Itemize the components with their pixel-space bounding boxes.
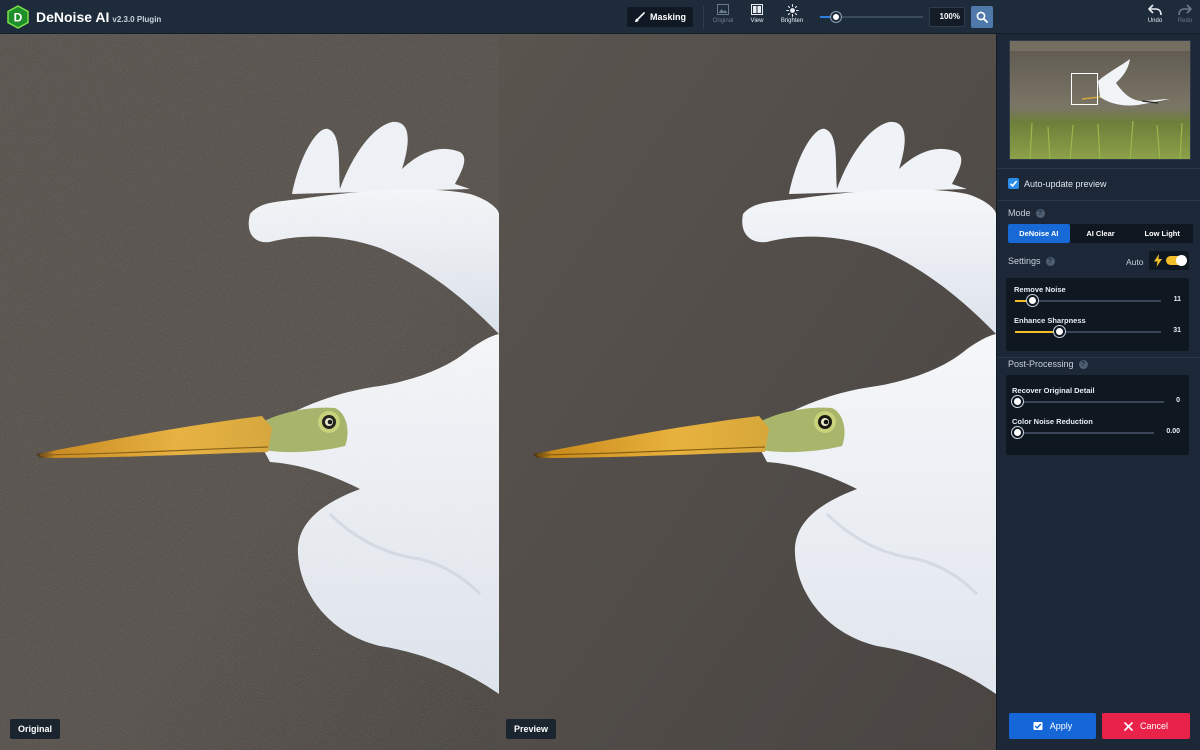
slider-track[interactable] [1018,401,1164,403]
slider-thumb[interactable] [1054,326,1065,337]
undo-label: Undo [1147,18,1163,24]
enhance-sharpness-slider[interactable]: Enhance Sharpness 31 [1006,316,1189,346]
sun-icon [785,4,799,17]
brush-icon [634,11,645,22]
redo-icon [1178,4,1192,16]
undo-button[interactable]: Undo [1142,4,1168,30]
cancel-button[interactable]: Cancel [1102,713,1190,739]
color-noise-reduction-value[interactable]: 0.00 [1150,428,1180,435]
auto-update-preview-checkbox[interactable]: Auto-update preview [1008,178,1107,189]
auto-update-label: Auto-update preview [1024,178,1107,189]
lightning-icon [1154,254,1162,267]
original-view-button[interactable]: Original [705,4,741,32]
view-button[interactable]: View [739,4,775,32]
mode-tab-denoise-ai[interactable]: DeNoise AI [1008,224,1070,243]
toggle-knob [1176,255,1187,266]
preview-pane[interactable]: Preview [499,34,996,750]
post-processing-help-icon[interactable]: ? [1078,359,1088,369]
close-icon [1124,721,1133,731]
remove-noise-label: Remove Noise [1014,285,1066,294]
svg-text:D: D [14,11,23,25]
slider-thumb[interactable] [1027,295,1038,306]
zoom-level-field[interactable]: 100% [929,7,965,27]
view-label: View [750,18,764,24]
original-egret-image [0,34,499,750]
panel-divider [997,357,1200,358]
slider-thumb[interactable] [1012,396,1023,407]
undo-icon [1148,4,1162,16]
settings-help-icon[interactable]: ? [1045,256,1055,266]
slider-track[interactable] [1018,432,1154,434]
auto-toggle[interactable] [1149,251,1189,270]
apply-label: Apply [1049,721,1073,731]
masking-label: Masking [649,12,686,22]
mode-section-title: Mode ? [1008,208,1045,218]
auto-label: Auto [1126,257,1144,267]
settings-panel: Auto-update preview Mode ? DeNoise AI AI… [996,34,1200,750]
mode-selector: DeNoise AI AI Clear Low Light [1008,224,1193,243]
settings-sliders-box: Remove Noise 11 Enhance Sharpness 31 [1006,278,1189,351]
checkbox-checked-icon[interactable] [1008,178,1019,189]
slider-thumb[interactable] [1012,427,1023,438]
top-toolbar: D DeNoise AI v2.3.0 Plugin Masking Origin… [0,0,1200,34]
original-label: Original [10,719,61,739]
app-title: DeNoise AI v2.3.0 Plugin [36,9,161,25]
settings-title: Settings [1008,256,1041,266]
recover-original-detail-label: Recover Original Detail [1012,386,1095,395]
brighten-button[interactable]: Brighten [774,4,810,32]
post-processing-sliders-box: Recover Original Detail 0 Color Noise Re… [1006,375,1189,455]
mode-title: Mode [1008,208,1031,218]
enhance-sharpness-value[interactable]: 31 [1151,327,1181,334]
toolbar-divider [703,6,704,28]
settings-section-title: Settings ? [1008,256,1055,266]
original-pane[interactable]: Original [0,34,499,750]
zoom-slider-thumb[interactable] [831,12,841,22]
apply-icon [1033,722,1043,730]
original-view-label: Original [712,18,734,24]
post-processing-section-title: Post-Processing ? [1008,359,1088,369]
masking-button[interactable]: Masking [627,7,693,27]
remove-noise-slider[interactable]: Remove Noise 11 [1006,285,1189,315]
app-name: DeNoise AI [36,9,110,25]
brighten-label: Brighten [780,18,804,24]
mode-help-icon[interactable]: ? [1035,208,1045,218]
navigator-viewport-box[interactable] [1071,73,1098,105]
remove-noise-value[interactable]: 11 [1151,296,1181,303]
navigator-thumbnail[interactable] [1009,40,1191,160]
split-view-icon [751,4,763,15]
preview-label: Preview [506,719,557,739]
mode-tab-low-light[interactable]: Low Light [1131,224,1193,243]
panel-divider [997,168,1200,169]
panel-divider [997,200,1200,201]
enhance-sharpness-label: Enhance Sharpness [1014,316,1086,325]
image-canvas[interactable]: Original Preview [0,34,996,750]
image-icon [717,4,729,15]
app-version: v2.3.0 Plugin [112,15,162,24]
denoise-logo-icon: D [7,5,29,29]
cancel-label: Cancel [1139,721,1168,731]
recover-original-detail-value[interactable]: 0 [1150,397,1180,404]
post-processing-title: Post-Processing [1008,359,1074,369]
recover-original-detail-slider[interactable]: Recover Original Detail 0 [1006,386,1189,416]
color-noise-reduction-label: Color Noise Reduction [1012,417,1093,426]
zoom-button[interactable] [971,6,993,28]
preview-egret-image [499,34,996,750]
redo-button[interactable]: Redo [1172,4,1198,30]
redo-label: Redo [1177,18,1193,24]
apply-button[interactable]: Apply [1009,713,1096,739]
color-noise-reduction-slider[interactable]: Color Noise Reduction 0.00 [1006,417,1189,447]
navigator-image [1010,41,1190,159]
mode-tab-ai-clear[interactable]: AI Clear [1070,224,1132,243]
magnifier-icon [976,11,988,23]
slider-track[interactable] [1015,331,1161,333]
